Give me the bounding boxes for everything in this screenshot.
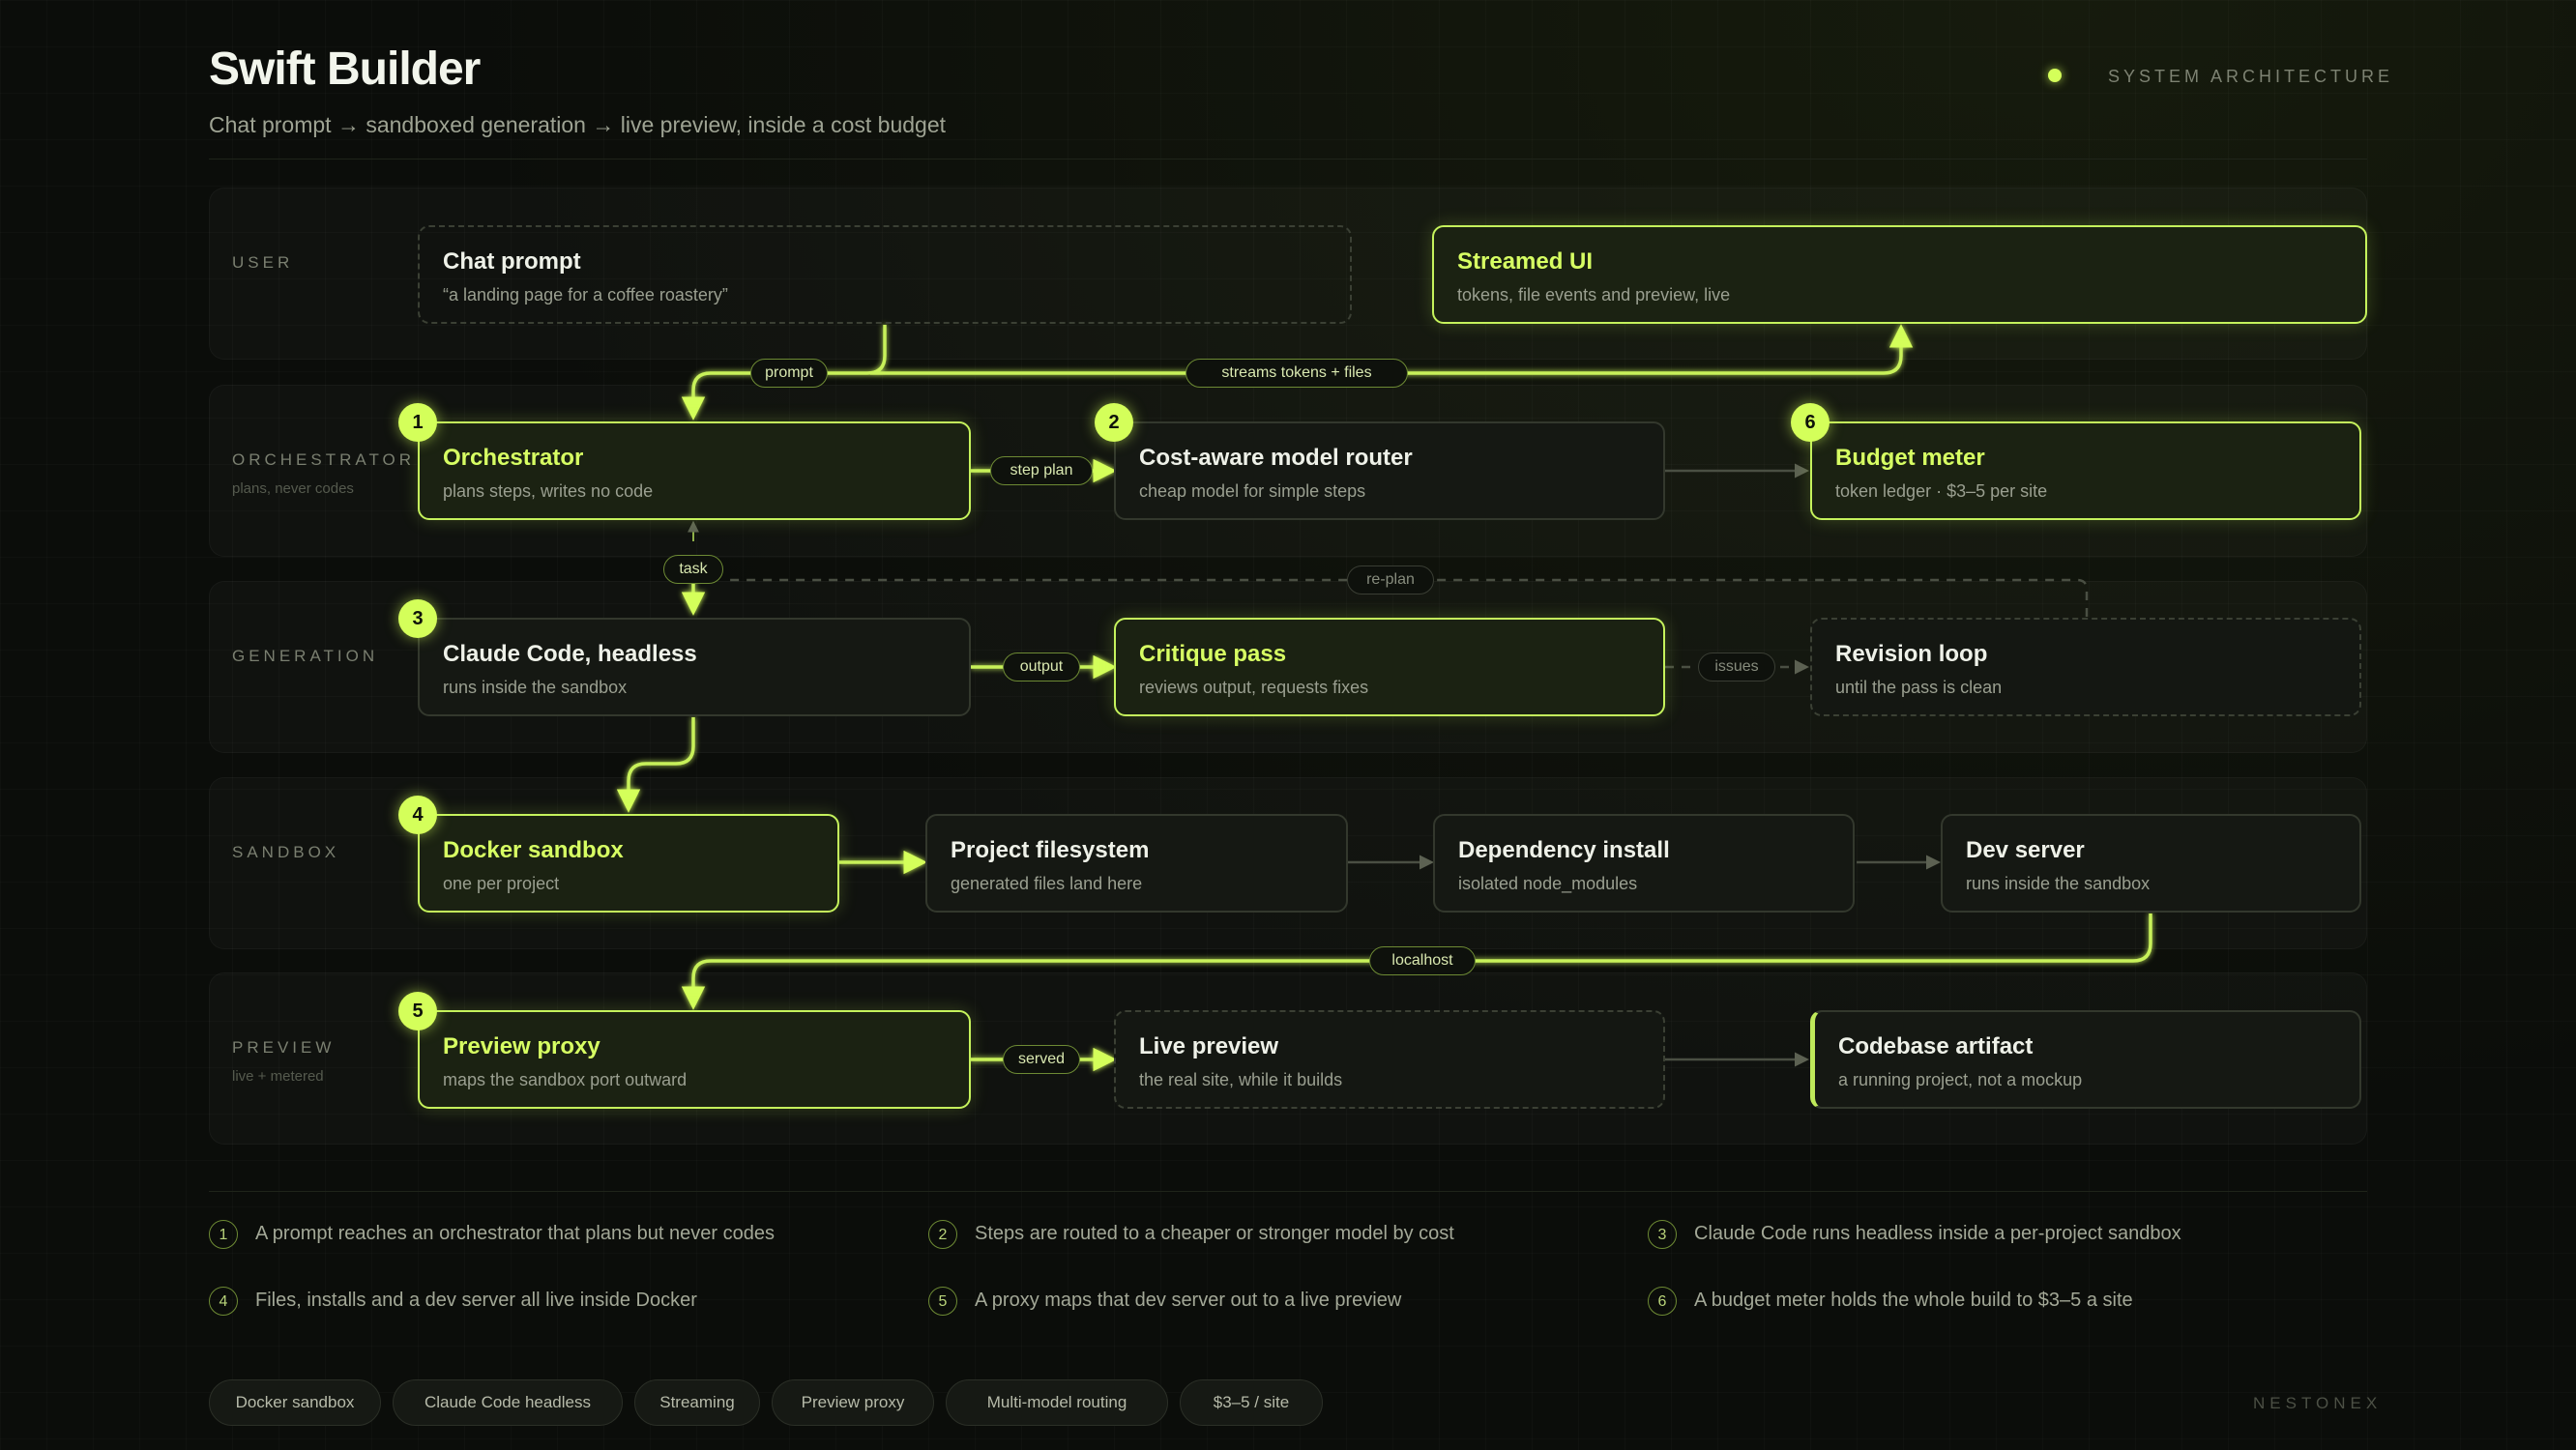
node-subtitle: tokens, file events and preview, live: [1457, 285, 1731, 304]
edge-label-localhost: localhost: [1369, 946, 1476, 975]
node-live-preview[interactable]: Live preview the real site, while it bui…: [1114, 1010, 1665, 1109]
node-subtitle: maps the sandbox port outward: [443, 1070, 688, 1089]
note-number: 2: [928, 1220, 957, 1249]
node-subtitle: the real site, while it builds: [1139, 1070, 1343, 1089]
tech-chip[interactable]: Multi-model routing: [946, 1379, 1168, 1426]
step-badge-3: 3: [398, 599, 437, 638]
node-title: Claude Code, headless: [443, 641, 697, 667]
node-title: Dependency install: [1458, 837, 1670, 863]
node-revision-loop[interactable]: Revision loop until the pass is clean: [1810, 618, 2361, 716]
note-number: 6: [1648, 1287, 1677, 1316]
node-orchestrator[interactable]: Orchestrator plans steps, writes no code: [418, 421, 971, 520]
node-subtitle: plans steps, writes no code: [443, 481, 654, 501]
node-claude-code[interactable]: Claude Code, headless runs inside the sa…: [418, 618, 971, 716]
node-project-filesystem[interactable]: Project filesystem generated files land …: [925, 814, 1348, 913]
node-model-router[interactable]: Cost-aware model router cheap model for …: [1114, 421, 1665, 520]
node-subtitle: a running project, not a mockup: [1838, 1070, 2083, 1089]
edge-label-output: output: [1003, 652, 1080, 682]
node-subtitle: generated files land here: [951, 874, 1143, 893]
node-title: Streamed UI: [1457, 248, 1594, 275]
note-number: 5: [928, 1287, 957, 1316]
node-chat-prompt[interactable]: Chat prompt “a landing page for a coffee…: [418, 225, 1352, 324]
node-subtitle: cheap model for simple steps: [1139, 481, 1366, 501]
node-docker-sandbox[interactable]: Docker sandbox one per project: [418, 814, 839, 913]
edge-label-step-plan: step plan: [990, 456, 1093, 485]
note-number: 4: [209, 1287, 238, 1316]
node-critique-pass[interactable]: Critique pass reviews output, requests f…: [1114, 618, 1665, 716]
edge-label-prompt: prompt: [750, 359, 828, 388]
note-number: 1: [209, 1220, 238, 1249]
step-badge-2: 2: [1095, 403, 1133, 442]
note-text: A proxy maps that dev server out to a li…: [975, 1290, 1402, 1311]
step-badge-6: 6: [1791, 403, 1830, 442]
note-text: A budget meter holds the whole build to …: [1694, 1290, 2133, 1311]
node-subtitle: reviews output, requests fixes: [1139, 678, 1369, 697]
edge-label-served: served: [1003, 1045, 1080, 1074]
node-title: Revision loop: [1835, 641, 1988, 667]
node-title: Budget meter: [1835, 445, 1985, 471]
step-badge-5: 5: [398, 992, 437, 1030]
node-title: Cost-aware model router: [1139, 445, 1413, 471]
node-title: Critique pass: [1139, 641, 1287, 667]
node-subtitle: runs inside the sandbox: [1966, 874, 2151, 893]
note-text: Files, installs and a dev server all liv…: [255, 1290, 697, 1311]
node-title: Live preview: [1139, 1033, 1279, 1059]
edge-label-task: task: [663, 555, 723, 584]
node-title: Orchestrator: [443, 445, 584, 471]
tech-chip[interactable]: Claude Code headless: [393, 1379, 623, 1426]
node-title: Docker sandbox: [443, 837, 624, 863]
node-title: Dev server: [1966, 837, 2085, 863]
footer-divider: [209, 1191, 2367, 1192]
tech-chip[interactable]: Preview proxy: [772, 1379, 934, 1426]
node-title: Codebase artifact: [1838, 1033, 2034, 1059]
node-subtitle: one per project: [443, 874, 560, 893]
node-subtitle: until the pass is clean: [1835, 678, 2003, 697]
tech-chip[interactable]: Docker sandbox: [209, 1379, 381, 1426]
node-title: Project filesystem: [951, 837, 1150, 863]
brand-wordmark: NESTONEX: [2253, 1394, 2383, 1412]
wire-claude-docker: [616, 717, 695, 813]
node-title: Chat prompt: [443, 248, 581, 275]
node-title: Preview proxy: [443, 1033, 600, 1059]
node-subtitle: isolated node_modules: [1458, 874, 1638, 893]
note-text: Claude Code runs headless inside a per-p…: [1694, 1223, 2181, 1244]
note-text: Steps are routed to a cheaper or stronge…: [975, 1223, 1454, 1244]
node-subtitle: token ledger · $3–5 per site: [1835, 481, 2048, 501]
node-dev-server[interactable]: Dev server runs inside the sandbox: [1941, 814, 2361, 913]
note-text: A prompt reaches an orchestrator that pl…: [255, 1223, 775, 1244]
step-badge-4: 4: [398, 796, 437, 834]
node-preview-proxy[interactable]: Preview proxy maps the sandbox port outw…: [418, 1010, 971, 1109]
note-number: 3: [1648, 1220, 1677, 1249]
node-codebase-artifact[interactable]: Codebase artifact a running project, not…: [1810, 1010, 2361, 1109]
tech-chip[interactable]: Streaming: [634, 1379, 760, 1426]
node-dependency-install[interactable]: Dependency install isolated node_modules: [1433, 814, 1855, 913]
node-streamed-ui[interactable]: Streamed UI tokens, file events and prev…: [1432, 225, 2367, 324]
edge-label-replan: re-plan: [1347, 566, 1434, 594]
edge-label-streams: streams tokens + files: [1186, 359, 1408, 388]
node-subtitle: “a landing page for a coffee roastery”: [443, 285, 728, 304]
tech-chip[interactable]: $3–5 / site: [1180, 1379, 1323, 1426]
step-badge-1: 1: [398, 403, 437, 442]
node-budget-meter[interactable]: Budget meter token ledger · $3–5 per sit…: [1810, 421, 2361, 520]
node-subtitle: runs inside the sandbox: [443, 678, 628, 697]
edge-label-issues: issues: [1698, 652, 1775, 682]
